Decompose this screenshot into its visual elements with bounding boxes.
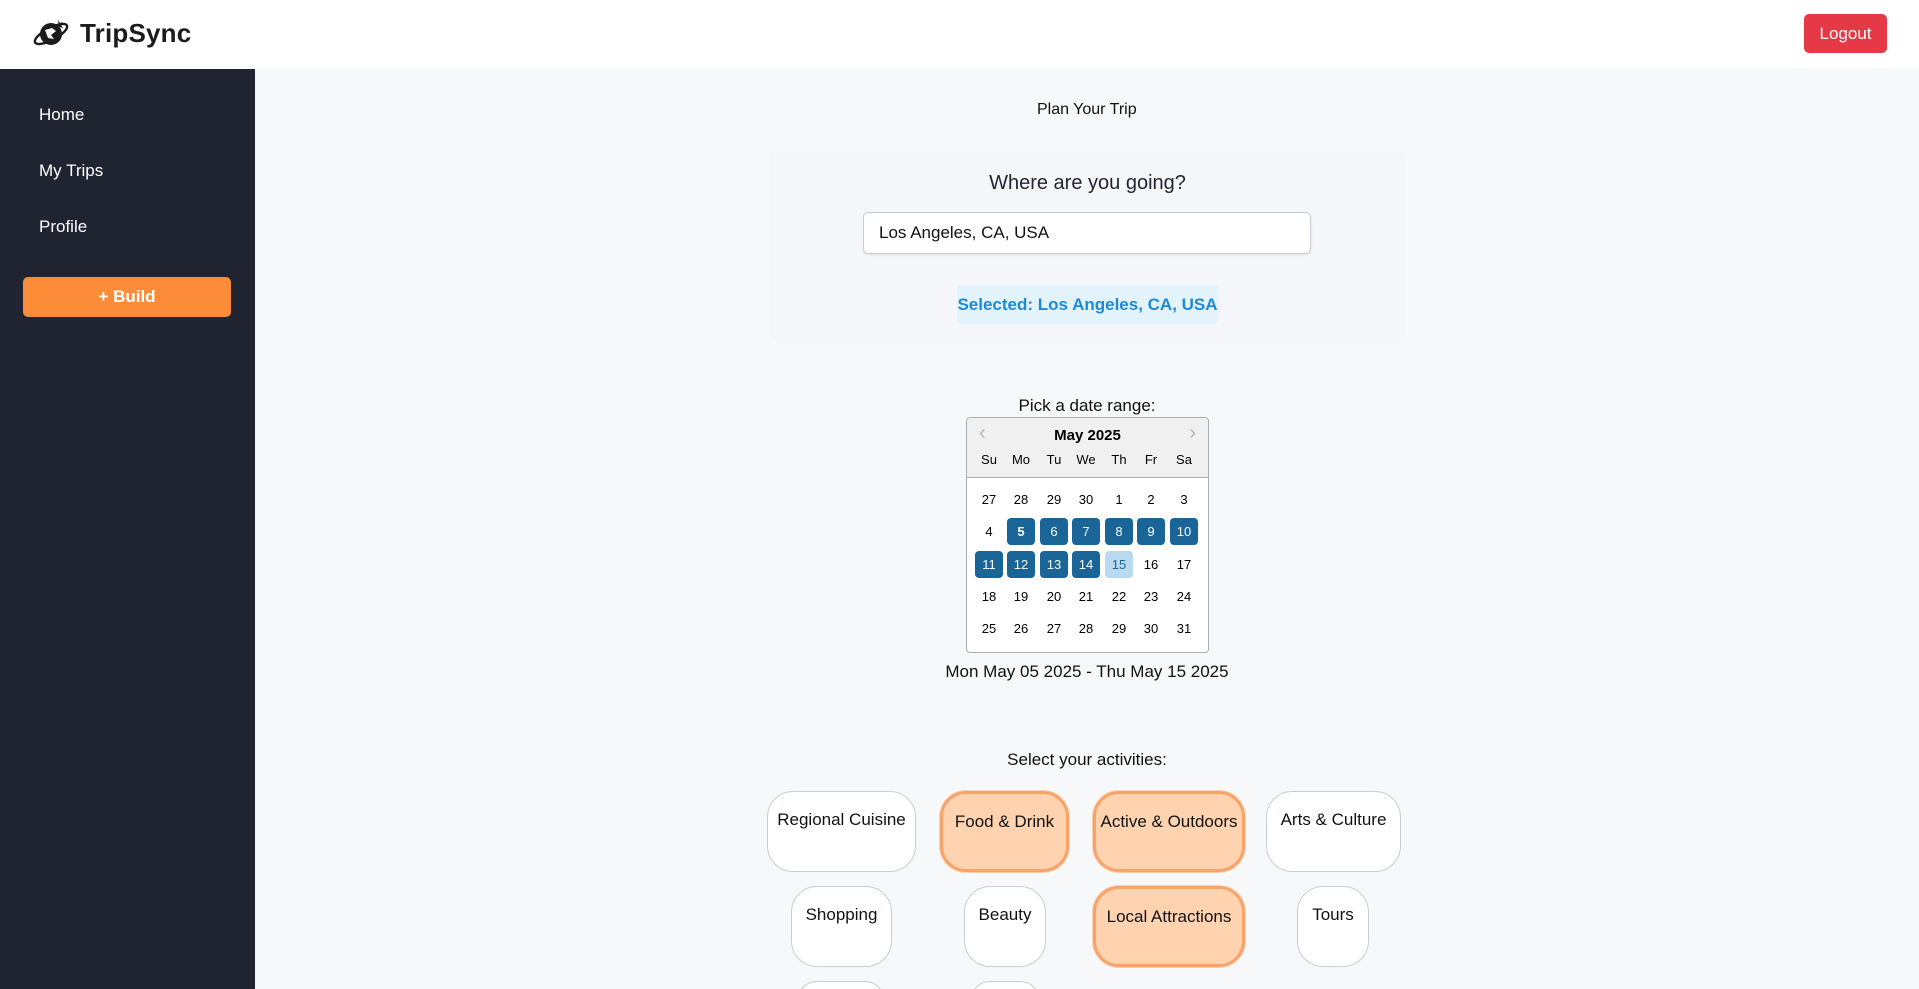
calendar-day[interactable]: 30 — [1137, 615, 1165, 642]
calendar-day[interactable]: 27 — [975, 486, 1003, 513]
activity-chip-regional-cuisine[interactable]: Regional Cuisine — [767, 791, 916, 872]
day-name: Tu — [1046, 452, 1062, 467]
activity-chip-active-outdoors[interactable]: Active & Outdoors — [1093, 791, 1245, 872]
day-name: We — [1076, 452, 1096, 467]
day-name: Mo — [1011, 452, 1031, 467]
calendar-day[interactable]: 29 — [1105, 615, 1133, 642]
calendar-day-selected[interactable]: 9 — [1137, 518, 1165, 545]
sidebar: Home My Trips Profile + Build — [0, 69, 255, 989]
sidebar-item-profile[interactable]: Profile — [39, 217, 87, 237]
calendar-day[interactable]: 25 — [975, 615, 1003, 642]
day-name: Sa — [1176, 452, 1192, 467]
sidebar-item-home[interactable]: Home — [39, 105, 84, 125]
calendar-day[interactable]: 17 — [1170, 551, 1198, 578]
calendar-day[interactable]: 24 — [1170, 583, 1198, 610]
activity-chip-food-drink[interactable]: Food & Drink — [940, 791, 1069, 872]
calendar-day-selected[interactable]: 13 — [1040, 551, 1068, 578]
calendar-day-selected[interactable]: 8 — [1105, 518, 1133, 545]
activity-chip-beauty[interactable]: Beauty — [964, 886, 1046, 967]
calendar-day-range-end[interactable]: 15 — [1105, 551, 1133, 578]
planet-icon — [33, 20, 69, 46]
page-title: Plan Your Trip — [1037, 101, 1137, 118]
calendar-day[interactable]: 23 — [1137, 583, 1165, 610]
chevron-right-icon[interactable]: › — [1189, 422, 1196, 445]
activity-chip-tours[interactable]: Tours — [1297, 886, 1369, 967]
calendar-day[interactable]: 26 — [1007, 615, 1035, 642]
calendar-day-selected[interactable]: 6 — [1040, 518, 1068, 545]
calendar-day[interactable]: 16 — [1137, 551, 1165, 578]
calendar-header: ‹ May 2025 › Su Mo Tu We Th Fr Sa — [967, 418, 1208, 478]
calendar-day-selected[interactable]: 7 — [1072, 518, 1100, 545]
activity-chip[interactable] — [970, 981, 1040, 989]
day-name: Th — [1111, 452, 1127, 467]
calendar-day[interactable]: 4 — [975, 518, 1003, 545]
activities-label: Select your activities: — [1007, 750, 1167, 769]
activity-chip-local-attractions[interactable]: Local Attractions — [1093, 886, 1245, 967]
date-picker-calendar: ‹ May 2025 › Su Mo Tu We Th Fr Sa 27 28 … — [966, 417, 1209, 653]
sidebar-item-my-trips[interactable]: My Trips — [39, 161, 103, 181]
calendar-day[interactable]: 22 — [1105, 583, 1133, 610]
calendar-day[interactable]: 3 — [1170, 486, 1198, 513]
build-button[interactable]: + Build — [23, 277, 231, 317]
destination-input[interactable] — [863, 212, 1311, 254]
app-logo[interactable]: TripSync — [32, 16, 191, 50]
calendar-day[interactable]: 18 — [975, 583, 1003, 610]
calendar-day-selected[interactable]: 14 — [1072, 551, 1100, 578]
calendar-day[interactable]: 27 — [1040, 615, 1068, 642]
destination-question: Where are you going? — [989, 172, 1186, 194]
app-name: TripSync — [80, 17, 192, 48]
calendar-day[interactable]: 29 — [1040, 486, 1068, 513]
day-name: Fr — [1144, 452, 1158, 467]
activity-chip-arts-culture[interactable]: Arts & Culture — [1266, 791, 1401, 872]
calendar-day[interactable]: 21 — [1072, 583, 1100, 610]
calendar-day[interactable]: 31 — [1170, 615, 1198, 642]
activity-chip[interactable] — [797, 981, 885, 989]
selected-destination-badge: Selected: Los Angeles, CA, USA — [957, 285, 1218, 324]
logout-button[interactable]: Logout — [1804, 14, 1887, 53]
calendar-day[interactable]: 28 — [1007, 486, 1035, 513]
activity-chip-shopping[interactable]: Shopping — [791, 886, 892, 967]
date-range-label: Pick a date range: — [1018, 396, 1156, 415]
calendar-day[interactable]: 19 — [1007, 583, 1035, 610]
calendar-day-selected[interactable]: 5 — [1007, 518, 1035, 545]
calendar-day-selected[interactable]: 10 — [1170, 518, 1198, 545]
calendar-day[interactable]: 20 — [1040, 583, 1068, 610]
calendar-day-selected[interactable]: 11 — [975, 551, 1003, 578]
top-bar: TripSync Logout — [0, 0, 1919, 69]
destination-card: Where are you going? Selected: Los Angel… — [770, 151, 1405, 338]
calendar-day[interactable]: 1 — [1105, 486, 1133, 513]
calendar-day[interactable]: 2 — [1137, 486, 1165, 513]
calendar-month-label: May 2025 — [1054, 427, 1121, 444]
calendar-day[interactable]: 30 — [1072, 486, 1100, 513]
day-name: Su — [981, 452, 997, 467]
calendar-day-selected[interactable]: 12 — [1007, 551, 1035, 578]
calendar-day[interactable]: 28 — [1072, 615, 1100, 642]
selected-date-range: Mon May 05 2025 - Thu May 15 2025 — [945, 662, 1229, 681]
